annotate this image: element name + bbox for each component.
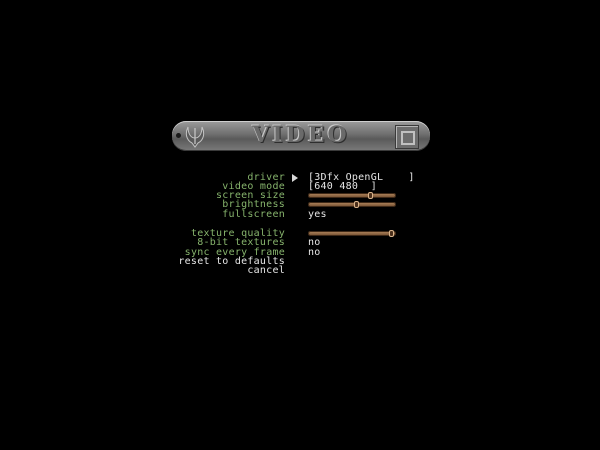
menu-title: VIDEO bbox=[252, 122, 350, 148]
menu-item-sync-every-frame[interactable]: sync every frame no bbox=[0, 247, 600, 258]
menu-item-screen-size[interactable]: screen size bbox=[0, 190, 600, 201]
menu-item-cancel[interactable]: cancel bbox=[0, 265, 600, 276]
video-menu-banner: VIDEO bbox=[172, 121, 430, 151]
screen-size-slider-thumb[interactable] bbox=[368, 192, 373, 199]
menu-cursor-icon bbox=[292, 174, 298, 182]
id-logo-icon bbox=[395, 125, 419, 149]
fullscreen-label: fullscreen bbox=[222, 209, 285, 220]
fullscreen-value[interactable]: yes bbox=[308, 209, 327, 220]
texture-quality-slider-thumb[interactable] bbox=[389, 230, 394, 237]
menu-item-8-bit-textures[interactable]: 8-bit textures no bbox=[0, 237, 600, 248]
menu-item-reset-to-defaults[interactable]: reset to defaults bbox=[0, 256, 600, 267]
texture-quality-slider[interactable] bbox=[308, 230, 396, 237]
cancel-label[interactable]: cancel bbox=[247, 265, 285, 276]
menu-item-texture-quality[interactable]: texture quality bbox=[0, 228, 600, 239]
menu-item-driver[interactable]: driver [3Dfx OpenGL ] bbox=[0, 172, 600, 183]
menu-item-video-mode[interactable]: video mode [640 480 ] bbox=[0, 181, 600, 192]
brightness-slider[interactable] bbox=[308, 201, 396, 208]
brightness-slider-thumb[interactable] bbox=[354, 201, 359, 208]
menu-item-fullscreen[interactable]: fullscreen yes bbox=[0, 209, 600, 220]
screen-size-slider[interactable] bbox=[308, 192, 396, 199]
menu-item-brightness[interactable]: brightness bbox=[0, 199, 600, 210]
